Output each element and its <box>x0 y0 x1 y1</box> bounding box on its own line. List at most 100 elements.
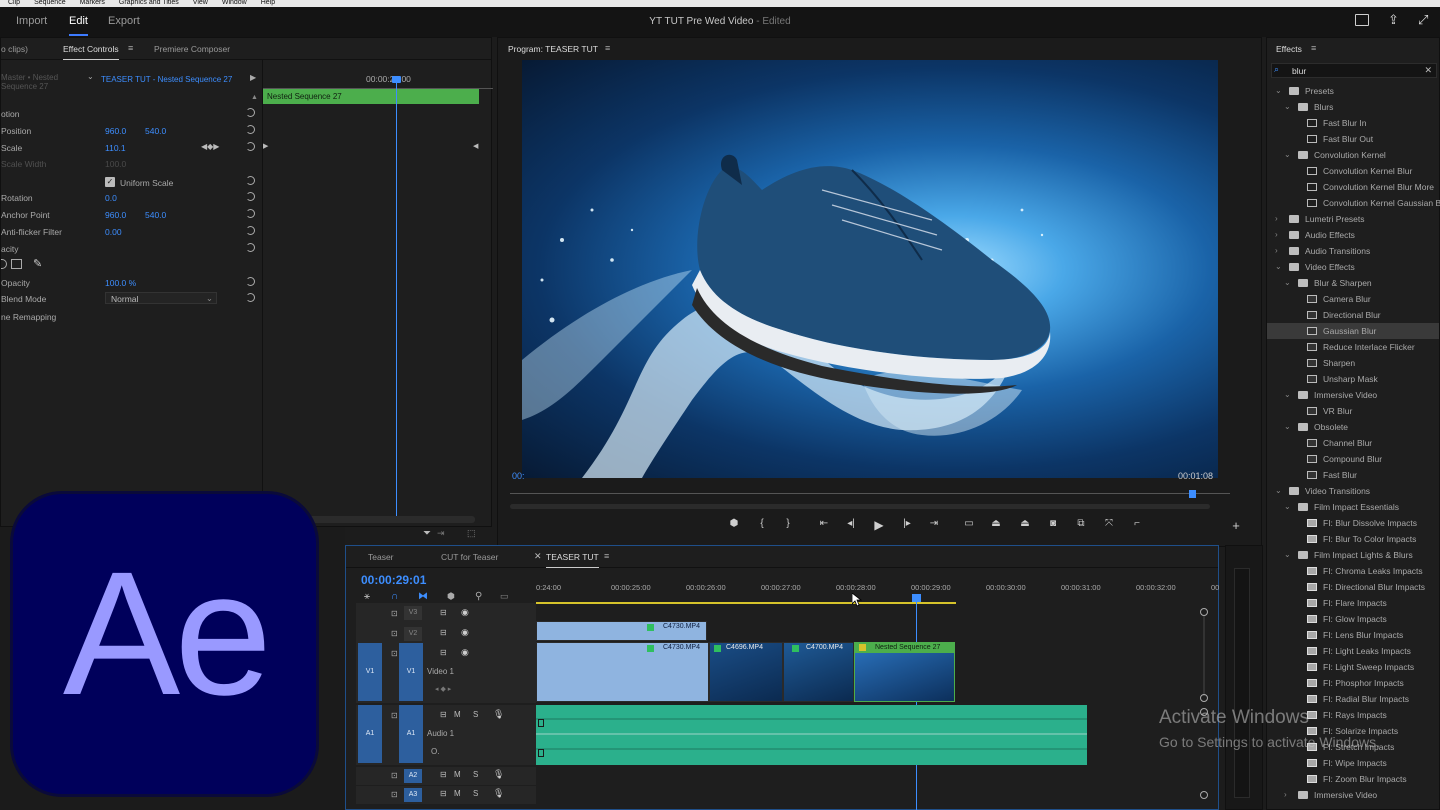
clip-nested-sequence[interactable]: Nested Sequence 27 <box>854 642 955 702</box>
menu-item[interactable]: Markers <box>80 0 105 6</box>
sequence-clip-label[interactable]: TEASER TUT - Nested Sequence 27 <box>101 75 232 84</box>
effects-tree-item[interactable]: FI: Directional Blur Impacts <box>1267 579 1439 595</box>
anchor-y-value[interactable]: 540.0 <box>145 210 166 220</box>
effects-tree-item[interactable]: Channel Blur <box>1267 435 1439 451</box>
monitor-playhead[interactable] <box>1189 490 1196 498</box>
chevron-down-icon[interactable]: ⌄ <box>1284 550 1291 559</box>
track-target-a3[interactable]: A3 <box>404 788 422 802</box>
effects-tree-item[interactable]: Sharpen <box>1267 355 1439 371</box>
scrub-ruler[interactable] <box>510 493 1230 494</box>
clip-c4696[interactable]: C4696.MP4 <box>709 642 783 702</box>
eye-icon[interactable]: ◉ <box>461 627 469 638</box>
anti-flicker-value[interactable]: 0.00 <box>105 227 122 237</box>
effects-tree-item[interactable]: FI: Wipe Impacts <box>1267 755 1439 771</box>
effects-tree-item[interactable]: ⌄ Immersive Video <box>1267 387 1439 403</box>
workspace-icon[interactable] <box>1355 14 1369 26</box>
chevron-down-icon[interactable]: ⌄ <box>1275 262 1282 271</box>
chevron-down-icon[interactable]: ⌄ <box>1284 390 1291 399</box>
sync-lock-icon[interactable]: ⊟ <box>440 648 447 657</box>
add-button-icon[interactable]: + <box>1228 518 1244 534</box>
go-to-in-icon[interactable]: ⇤ <box>816 518 832 534</box>
snap-icon[interactable]: ∩ <box>391 591 398 602</box>
play-only-icon[interactable]: ▶ <box>250 73 256 82</box>
vr-icon[interactable]: ⤧ <box>1101 518 1117 534</box>
reset-icon[interactable] <box>246 277 255 286</box>
solo-button[interactable]: S <box>473 789 478 798</box>
share-icon[interactable]: ⇪ <box>1388 12 1399 28</box>
tab-sequence-cut[interactable]: CUT for Teaser <box>441 552 498 562</box>
source-patch-v1[interactable]: V1 <box>358 643 382 701</box>
effects-tree-item[interactable]: ⌄ Video Transitions <box>1267 483 1439 499</box>
vertical-scrollbar[interactable] <box>1203 616 1205 696</box>
opacity-value[interactable]: 100.0 % <box>105 278 136 288</box>
effects-tree-item[interactable]: FI: Lens Blur Impacts <box>1267 627 1439 643</box>
effects-tree-item[interactable]: ⌄ Blur & Sharpen <box>1267 275 1439 291</box>
chevron-right-icon[interactable]: › <box>1275 246 1278 255</box>
lock-icon[interactable]: ⊡ <box>391 711 398 720</box>
effects-tree-item[interactable]: Fast Blur Out <box>1267 131 1439 147</box>
nested-clip-bar[interactable]: Nested Sequence 27 <box>263 89 479 104</box>
timeline-playhead-handle[interactable] <box>912 594 921 602</box>
clip-c4730-v2[interactable]: C4730.MP4 <box>536 621 707 641</box>
track-target-v3[interactable]: V3 <box>404 606 422 620</box>
timeline-timecode[interactable]: 00:00:29:01 <box>361 573 426 587</box>
reset-icon[interactable] <box>246 226 255 235</box>
step-forward-icon[interactable]: |▸ <box>899 518 915 534</box>
effects-tree-item[interactable]: › Lumetri Presets <box>1267 211 1439 227</box>
track-target-a1[interactable]: A1 <box>399 705 423 763</box>
position-x-value[interactable]: 960.0 <box>105 126 126 136</box>
panel-menu-icon[interactable]: ≡ <box>604 551 609 561</box>
chevron-right-icon[interactable]: › <box>1275 230 1278 239</box>
reset-icon[interactable] <box>246 192 255 201</box>
effects-tree-item[interactable]: FI: Zoom Blur Impacts <box>1267 771 1439 787</box>
menu-item[interactable]: Window <box>222 0 247 6</box>
go-to-out-icon[interactable]: ⇥ <box>926 518 942 534</box>
video-frame[interactable] <box>522 60 1218 478</box>
pen-mask-icon[interactable]: ✎ <box>33 257 42 270</box>
overlay-icon[interactable]: ⧉ <box>1073 518 1089 534</box>
position-y-value[interactable]: 540.0 <box>145 126 166 136</box>
menu-item[interactable]: View <box>193 0 208 6</box>
lock-icon[interactable]: ⊡ <box>391 790 398 799</box>
playhead-handle[interactable] <box>392 76 401 83</box>
source-patch-a1[interactable]: A1 <box>358 705 382 763</box>
rotation-value[interactable]: 0.0 <box>105 193 117 203</box>
tab-export[interactable]: Export <box>108 15 140 27</box>
tab-edit[interactable]: Edit <box>69 15 88 36</box>
linked-selection-icon[interactable]: ⧓ <box>418 591 428 602</box>
effects-tree-item[interactable]: FI: Radial Blur Impacts <box>1267 691 1439 707</box>
tab-no-clips[interactable]: o clips) <box>1 44 28 54</box>
effects-tree-item[interactable]: FI: Blur To Color Impacts <box>1267 531 1439 547</box>
zoom-scrollbar[interactable] <box>510 504 1210 509</box>
effects-tree-item[interactable]: › Audio Effects <box>1267 227 1439 243</box>
effects-tree-item[interactable]: FI: Chroma Leaks Impacts <box>1267 563 1439 579</box>
sync-lock-icon[interactable]: ⊟ <box>440 608 447 617</box>
solo-button[interactable]: S <box>473 770 478 779</box>
effects-tree-item[interactable]: VR Blur <box>1267 403 1439 419</box>
safe-margins-icon[interactable]: ▭ <box>961 518 977 534</box>
rectangle-mask-icon[interactable] <box>11 259 22 269</box>
filter-icon[interactable]: ⏷ <box>423 528 431 539</box>
captions-icon[interactable]: ▭ <box>500 591 509 602</box>
eye-icon[interactable]: ◉ <box>461 647 469 658</box>
reset-icon[interactable] <box>246 209 255 218</box>
panel-menu-icon[interactable]: ≡ <box>605 43 610 53</box>
menu-item[interactable]: Graphics and Titles <box>119 0 179 6</box>
mute-button[interactable]: M <box>454 789 461 798</box>
effects-tree-item[interactable]: FI: Light Leaks Impacts <box>1267 643 1439 659</box>
effects-tree-item[interactable]: FI: Phosphor Impacts <box>1267 675 1439 691</box>
sync-lock-icon[interactable]: ⊟ <box>440 710 447 719</box>
panel-menu-icon[interactable]: ≡ <box>1311 43 1316 53</box>
playhead-timecode[interactable]: 00: <box>512 471 525 481</box>
anchor-x-value[interactable]: 960.0 <box>105 210 126 220</box>
microphone-icon[interactable]: 🎙 <box>493 788 504 799</box>
lock-icon[interactable]: ⊡ <box>391 771 398 780</box>
step-back-icon[interactable]: ◂| <box>843 518 859 534</box>
microphone-icon[interactable]: 🎙 <box>493 769 504 780</box>
export-frame-icon[interactable]: ⇥ <box>437 528 445 539</box>
lock-icon[interactable]: ⊡ <box>391 649 398 658</box>
chevron-down-icon[interactable]: ⌄ <box>1275 86 1282 95</box>
tab-sequence-teaser-tut[interactable]: TEASER TUT <box>546 552 599 568</box>
lock-icon[interactable]: ⊡ <box>391 609 398 618</box>
tab-import[interactable]: Import <box>16 15 47 27</box>
